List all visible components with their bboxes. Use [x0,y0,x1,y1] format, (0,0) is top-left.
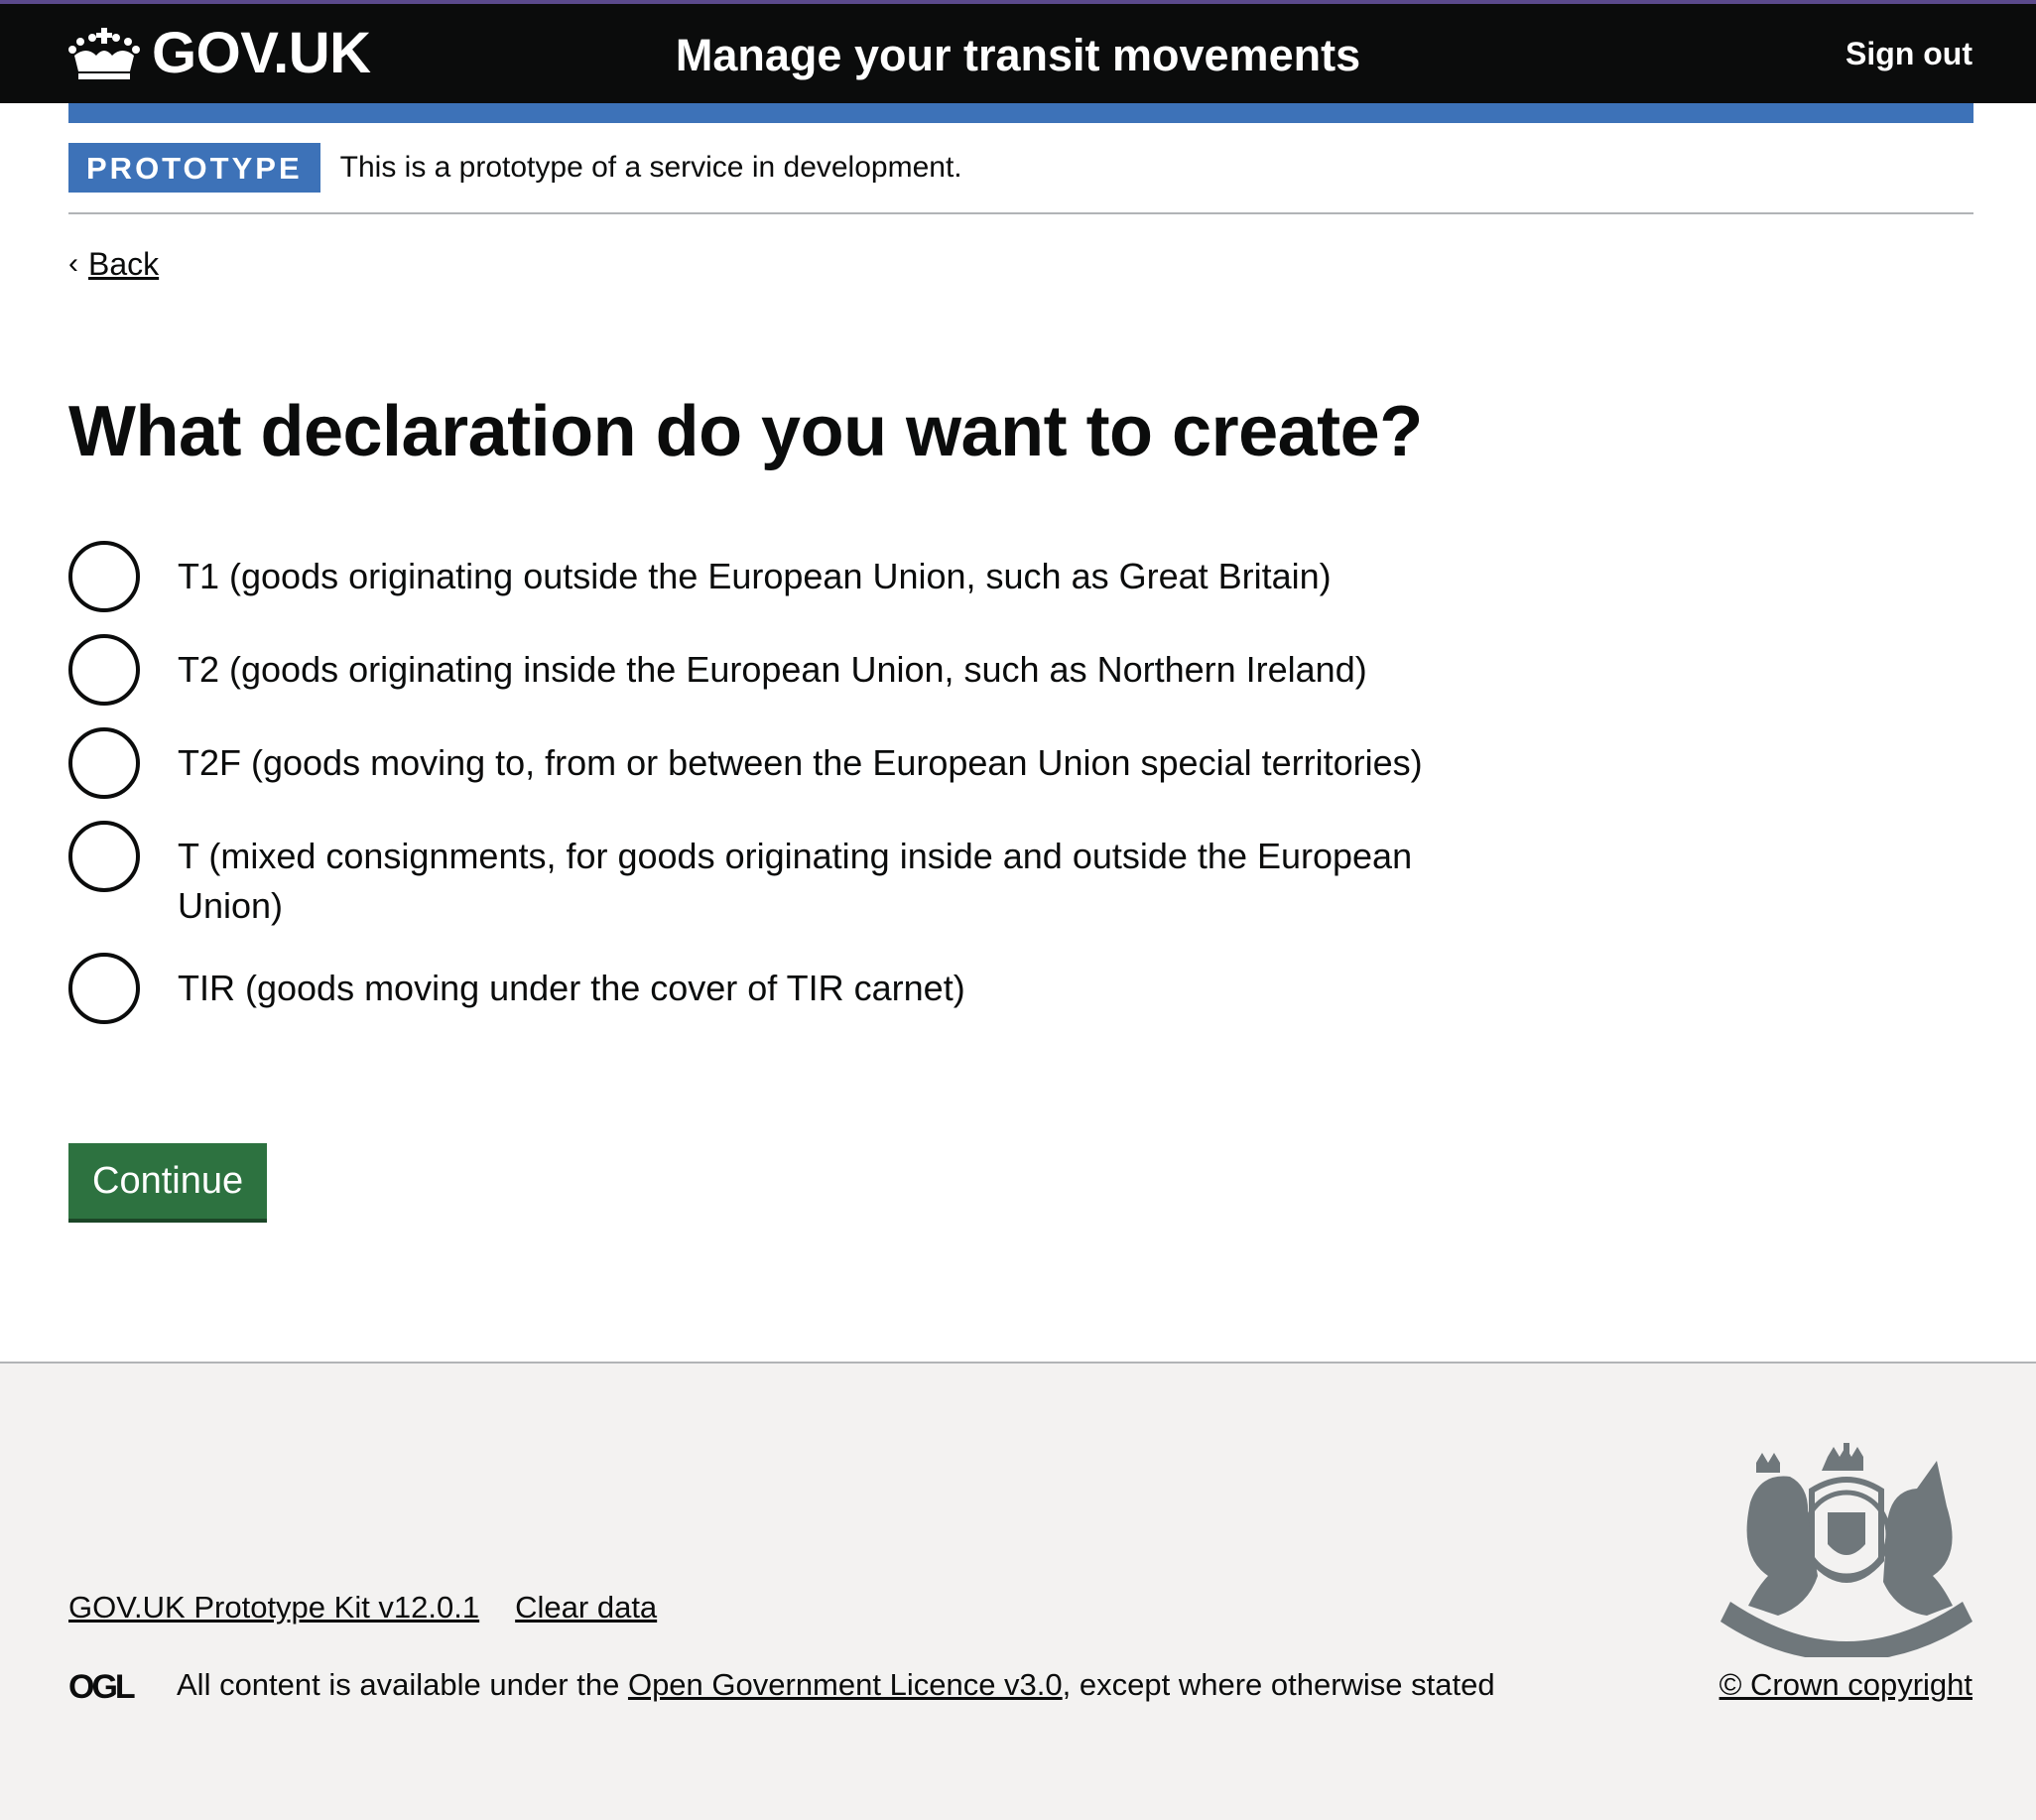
footer-link-prototype-kit[interactable]: GOV.UK Prototype Kit v12.0.1 [68,1586,479,1629]
radio-label[interactable]: TIR (goods moving under the cover of TIR… [178,953,965,1013]
radio-button[interactable] [68,953,140,1024]
royal-coat-of-arms-icon [1720,1443,1972,1657]
radio-label[interactable]: T1 (goods originating outside the Europe… [178,541,1332,601]
back-link[interactable]: Back [88,242,159,286]
radio-label[interactable]: T2 (goods originating inside the Europea… [178,634,1367,695]
radio-button[interactable] [68,634,140,706]
chevron-left-icon: ‹ [68,247,78,280]
phase-banner: PROTOTYPE This is a prototype of a servi… [68,143,1973,214]
radio-button[interactable] [68,727,140,799]
declaration-type-radios: T1 (goods originating outside the Europe… [68,541,1487,1046]
phase-banner-text: This is a prototype of a service in deve… [339,151,962,184]
licence-statement: OGL All content is available under the O… [68,1663,1495,1707]
licence-prefix: All content is available under the [177,1667,628,1702]
phase-tag: PROTOTYPE [68,143,320,193]
licence-suffix: , except where otherwise stated [1062,1667,1495,1702]
service-name[interactable]: Manage your transit movements [0,26,2036,85]
continue-button[interactable]: Continue [68,1143,268,1219]
radio-label[interactable]: T2F (goods moving to, from or between th… [178,727,1423,788]
header-blue-border [68,103,1973,123]
radio-button[interactable] [68,541,140,612]
radio-option-t1[interactable]: T1 (goods originating outside the Europe… [68,541,1487,612]
ogl-logo-icon: OGL [68,1668,138,1702]
back-link-container[interactable]: ‹ Back [68,242,159,286]
licence-link[interactable]: Open Government Licence v3.0 [628,1663,1063,1707]
ogl-logo-text: OGL [68,1668,135,1702]
header: GOV.UK Manage your transit movements Sig… [0,4,2036,103]
crown-copyright-link[interactable]: © Crown copyright [1719,1663,1972,1707]
footer-links: GOV.UK Prototype Kit v12.0.1 Clear data [68,1586,693,1629]
radio-option-t2f[interactable]: T2F (goods moving to, from or between th… [68,727,1487,799]
sign-out-link[interactable]: Sign out [1845,32,1972,75]
radio-option-tir[interactable]: TIR (goods moving under the cover of TIR… [68,953,1487,1024]
footer: GOV.UK Prototype Kit v12.0.1 Clear data … [0,1362,2036,1820]
radio-option-t[interactable]: T (mixed consignments, for goods origina… [68,821,1487,931]
radio-button[interactable] [68,821,140,892]
footer-link-clear-data[interactable]: Clear data [515,1586,657,1629]
page-title: What declaration do you want to create? [68,392,1423,471]
radio-label[interactable]: T (mixed consignments, for goods origina… [178,821,1487,931]
radio-option-t2[interactable]: T2 (goods originating inside the Europea… [68,634,1487,706]
